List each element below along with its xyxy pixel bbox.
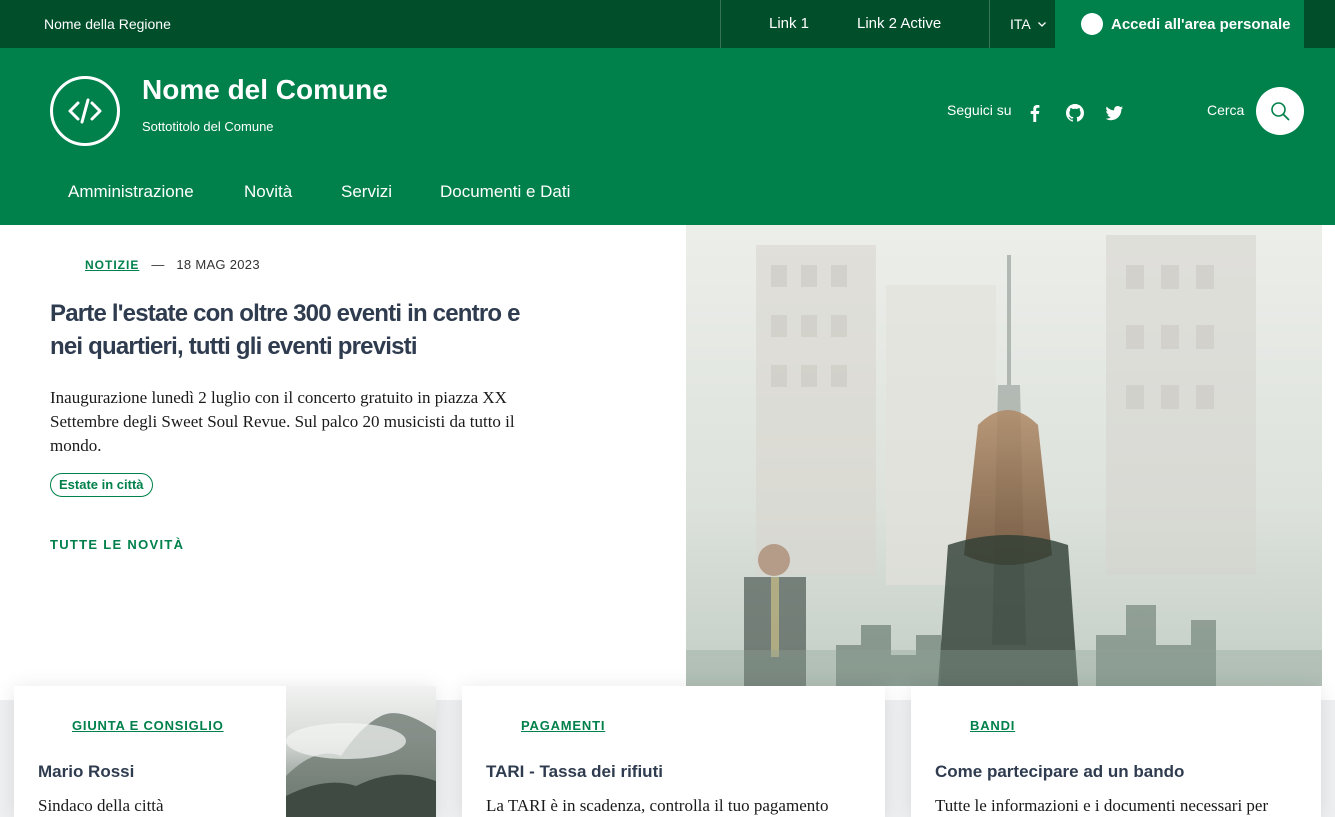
card-category[interactable]: PAGAMENTI — [521, 718, 605, 733]
all-news-link[interactable]: TUTTE LE NOVITÀ — [50, 537, 184, 552]
card-title[interactable]: TARI - Tassa dei rifiuti — [486, 762, 663, 782]
login-label: Accedi all'area personale — [1111, 15, 1291, 33]
search-label: Cerca — [1207, 102, 1245, 118]
mountain-illustration — [286, 713, 436, 817]
card-giunta[interactable]: GIUNTA E CONSIGLIO Mario Rossi Sindaco d… — [14, 686, 436, 817]
github-icon[interactable] — [1064, 102, 1086, 124]
card-text: Tutte le informazioni e i documenti nece… — [935, 796, 1269, 815]
site-subtitle: Sottotitolo del Comune — [142, 119, 274, 134]
card-title[interactable]: Come partecipare ad un bando — [935, 762, 1184, 782]
card-title[interactable]: Mario Rossi — [38, 762, 134, 782]
nav-item-documenti-e-dati[interactable]: Documenti e Dati — [440, 182, 570, 202]
link-1[interactable]: Link 1 — [769, 15, 809, 32]
hero-category[interactable]: NOTIZIE — [85, 258, 139, 272]
language-label: ITA — [1010, 16, 1031, 32]
card-bandi[interactable]: BANDI Come partecipare ad un bando Tutte… — [911, 686, 1321, 817]
chevron-down-icon — [1037, 22, 1046, 27]
nav-item-novita[interactable]: Novità — [244, 182, 292, 202]
center-header: Nome del Comune Sottotitolo del Comune S… — [0, 48, 1335, 225]
card-text: La TARI è in scadenza, controlla il tuo … — [486, 796, 829, 815]
hero-title[interactable]: Parte l'estate con oltre 300 eventi in c… — [50, 297, 550, 363]
card-category[interactable]: BANDI — [970, 718, 1015, 733]
login-button[interactable]: Accedi all'area personale — [1055, 0, 1304, 48]
hero-meta: NOTIZIE — 18 MAG 2023 — [85, 257, 260, 272]
search-button[interactable] — [1256, 87, 1304, 135]
user-icon — [1081, 13, 1103, 35]
hero-tag-chip[interactable]: Estate in città — [50, 473, 153, 497]
nav-item-amministrazione[interactable]: Amministrazione — [68, 182, 194, 202]
divider — [989, 0, 990, 48]
link-2-active[interactable]: Link 2 Active — [857, 15, 941, 32]
region-name[interactable]: Nome della Regione — [44, 16, 171, 32]
hero-date: 18 MAG 2023 — [176, 257, 260, 272]
follow-label: Seguici su — [947, 102, 1012, 118]
divider — [720, 0, 721, 48]
card-pagamenti[interactable]: PAGAMENTI TARI - Tassa dei rifiuti La TA… — [462, 686, 885, 817]
hero-description: Inaugurazione lunedì 2 luglio con il con… — [50, 388, 515, 455]
slim-header: Nome della Regione Link 1 Link 2 Active … — [0, 0, 1335, 48]
facebook-icon[interactable] — [1024, 102, 1046, 124]
city-woman-illustration — [686, 225, 1322, 686]
main-nav: Amministrazione Novità Servizi Documenti… — [0, 182, 700, 212]
hero-section: NOTIZIE — 18 MAG 2023 Parte l'estate con… — [0, 225, 686, 685]
card-image — [286, 686, 436, 817]
search-icon — [1271, 102, 1290, 121]
code-logo-icon[interactable] — [50, 76, 120, 146]
language-selector[interactable]: ITA — [1010, 16, 1047, 32]
hero-image — [686, 225, 1322, 686]
meta-separator: — — [151, 257, 165, 272]
card-text: Sindaco della città — [38, 796, 164, 815]
site-title[interactable]: Nome del Comune — [142, 74, 388, 106]
nav-item-servizi[interactable]: Servizi — [341, 182, 392, 202]
card-category[interactable]: GIUNTA E CONSIGLIO — [72, 718, 224, 733]
twitter-icon[interactable] — [1103, 102, 1125, 124]
